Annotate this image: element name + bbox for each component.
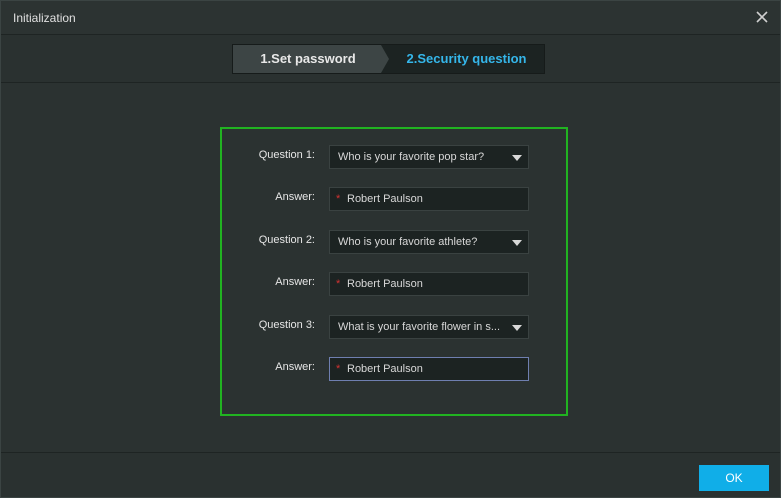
- answer-1-row: Answer: * Robert Paulson: [222, 187, 566, 211]
- answer-2-value: Robert Paulson: [347, 278, 423, 290]
- answer-2-row: Answer: * Robert Paulson: [222, 272, 566, 296]
- close-icon[interactable]: [754, 9, 770, 25]
- window-title: Initialization: [13, 11, 76, 25]
- answer-3-input[interactable]: * Robert Paulson: [329, 357, 529, 381]
- initialization-dialog: Initialization 1.Set password 2.Security…: [0, 0, 781, 498]
- answer-3-label: Answer:: [275, 361, 315, 373]
- question-3-row: Question 3: What is your favorite flower…: [222, 315, 566, 339]
- question-2-select[interactable]: Who is your favorite athlete?: [329, 230, 529, 254]
- step-set-password[interactable]: 1.Set password: [233, 45, 389, 73]
- dialog-footer: OK: [1, 452, 780, 497]
- required-marker: *: [336, 363, 341, 375]
- question-3-selected: What is your favorite flower in s...: [338, 321, 500, 333]
- answer-1-input[interactable]: * Robert Paulson: [329, 187, 529, 211]
- step-bar: 1.Set password 2.Security question: [1, 35, 780, 83]
- question-2-selected: Who is your favorite athlete?: [338, 236, 478, 248]
- chevron-down-icon: [512, 240, 522, 246]
- security-question-panel: Question 1: Who is your favorite pop sta…: [220, 127, 568, 416]
- question-3-label: Question 3:: [258, 319, 315, 331]
- title-bar: Initialization: [1, 1, 780, 35]
- question-1-label: Question 1:: [258, 149, 315, 161]
- answer-1-label: Answer:: [275, 191, 315, 203]
- question-2-label: Question 2:: [258, 234, 315, 246]
- chevron-down-icon: [512, 325, 522, 331]
- answer-3-row: Answer: * Robert Paulson: [222, 357, 566, 381]
- answer-2-label: Answer:: [275, 276, 315, 288]
- answer-3-value: Robert Paulson: [347, 363, 423, 375]
- step-security-question[interactable]: 2.Security question: [389, 45, 544, 73]
- answer-1-value: Robert Paulson: [347, 193, 423, 205]
- question-1-select[interactable]: Who is your favorite pop star?: [329, 145, 529, 169]
- required-marker: *: [336, 278, 341, 290]
- step-indicator: 1.Set password 2.Security question: [232, 44, 545, 74]
- chevron-down-icon: [512, 155, 522, 161]
- ok-button[interactable]: OK: [699, 465, 769, 491]
- required-marker: *: [336, 193, 341, 205]
- question-3-select[interactable]: What is your favorite flower in s...: [329, 315, 529, 339]
- question-1-selected: Who is your favorite pop star?: [338, 151, 485, 163]
- question-1-row: Question 1: Who is your favorite pop sta…: [222, 145, 566, 169]
- answer-2-input[interactable]: * Robert Paulson: [329, 272, 529, 296]
- question-2-row: Question 2: Who is your favorite athlete…: [222, 230, 566, 254]
